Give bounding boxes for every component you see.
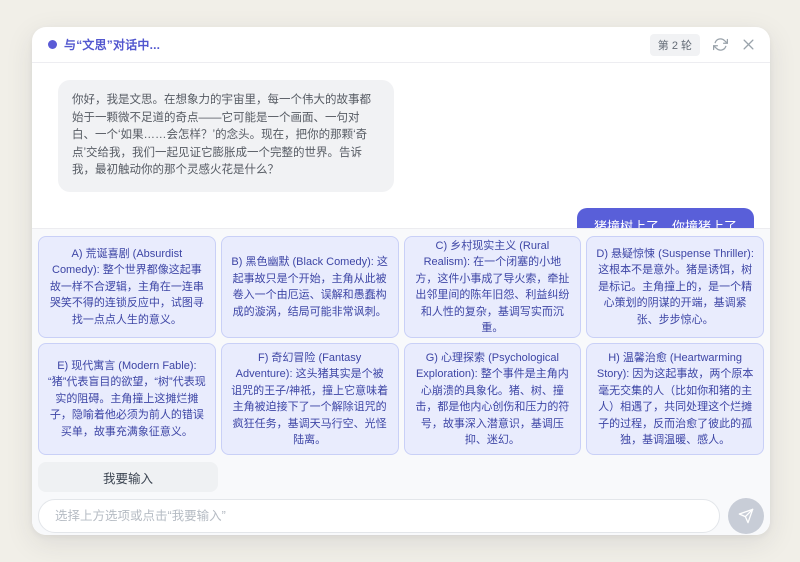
ai-message: 你好，我是文思。在想象力的宇宙里，每一个伟大的故事都始于一颗微不足道的奇点——它… [58, 80, 394, 192]
round-badge: 第 2 轮 [650, 34, 700, 56]
options-panel: A) 荒诞喜剧 (Absurdist Comedy): 整个世界都像这起事故一样… [32, 228, 770, 535]
option-card-g[interactable]: G) 心理探索 (Psychological Exploration): 整个事… [404, 343, 582, 455]
user-message: 猪撞树上了，你撞猪上了 [577, 208, 754, 229]
manual-input-button[interactable]: 我要输入 [38, 462, 218, 492]
option-card-a[interactable]: A) 荒诞喜剧 (Absurdist Comedy): 整个世界都像这起事故一样… [38, 236, 216, 338]
input-row [38, 498, 764, 534]
dialog-header: 与“文思”对话中... 第 2 轮 [32, 27, 770, 63]
close-icon[interactable] [740, 37, 756, 53]
send-button[interactable] [728, 498, 764, 534]
chat-area: 你好，我是文思。在想象力的宇宙里，每一个伟大的故事都始于一颗微不足道的奇点——它… [32, 63, 770, 228]
send-icon [738, 508, 754, 524]
chat-input[interactable] [38, 499, 720, 533]
refresh-icon[interactable] [712, 37, 728, 53]
option-card-h[interactable]: H) 温馨治愈 (Heartwarming Story): 因为这起事故，两个原… [586, 343, 764, 455]
dialog-title: 与“文思”对话中... [64, 36, 160, 53]
option-card-f[interactable]: F) 奇幻冒险 (Fantasy Adventure): 这头猪其实是个被诅咒的… [221, 343, 399, 455]
option-card-c[interactable]: C) 乡村现实主义 (Rural Realism): 在一个闭塞的小地方，这件小… [404, 236, 582, 338]
option-card-b[interactable]: B) 黑色幽默 (Black Comedy): 这起事故只是个开始，主角从此被卷… [221, 236, 399, 338]
option-card-e[interactable]: E) 现代寓言 (Modern Fable): “猪”代表盲目的欲望，“树”代表… [38, 343, 216, 455]
status-dot-icon [48, 40, 57, 49]
dialog-window: 与“文思”对话中... 第 2 轮 你好，我是文思。在想象力的宇宙里，每一个伟大… [32, 27, 770, 535]
options-grid: A) 荒诞喜剧 (Absurdist Comedy): 整个世界都像这起事故一样… [38, 236, 764, 455]
option-card-d[interactable]: D) 悬疑惊悚 (Suspense Thriller): 这根本不是意外。猪是诱… [586, 236, 764, 338]
